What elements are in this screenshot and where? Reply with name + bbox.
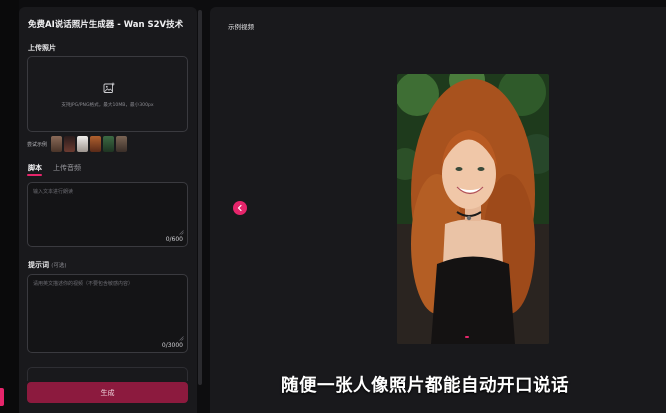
page-title: 免费AI说话照片生成器 - Wan S2V技术 xyxy=(28,20,184,30)
collapsed-section xyxy=(27,367,188,381)
script-textarea[interactable]: 输入文本进行朗读 0/600 xyxy=(27,182,188,247)
resize-handle-icon[interactable] xyxy=(179,336,184,341)
prompt-textarea[interactable]: 请用英文描述你的视频（不要包含敏感内容） 0/3000 xyxy=(27,274,188,353)
upload-label: 上传照片 xyxy=(28,44,56,52)
prompt-label-text: 提示词 xyxy=(28,261,49,269)
active-indicator xyxy=(0,388,4,406)
input-mode-tabs: 脚本 上传音频 xyxy=(27,163,188,177)
example-thumbnails xyxy=(51,136,127,152)
generate-button[interactable]: 生成 xyxy=(27,382,188,403)
chevron-left-icon xyxy=(237,204,242,212)
script-placeholder: 输入文本进行朗读 xyxy=(33,189,74,195)
example-thumb[interactable] xyxy=(90,136,101,152)
examples-label: 尝试示例 xyxy=(27,142,48,148)
example-thumb[interactable] xyxy=(116,136,127,152)
example-thumb[interactable] xyxy=(51,136,62,152)
scrollbar-thumb[interactable] xyxy=(198,10,202,385)
example-portrait-image xyxy=(397,74,549,344)
upload-hint: 支持JPG/PNG格式，最大10MB，最小300px xyxy=(61,103,154,108)
prompt-char-count: 0/3000 xyxy=(161,342,183,349)
example-thumb[interactable] xyxy=(64,136,75,152)
tab-script[interactable]: 脚本 xyxy=(28,163,42,173)
example-thumb[interactable] xyxy=(77,136,88,152)
previous-button[interactable] xyxy=(233,201,247,215)
active-tab-underline xyxy=(27,174,42,176)
prompt-placeholder: 请用英文描述你的视频（不要包含敏感内容） xyxy=(33,281,134,287)
example-video-title: 示例视频 xyxy=(228,23,254,31)
script-char-count: 0/600 xyxy=(165,236,183,243)
prompt-optional-tag: (可选) xyxy=(51,263,67,269)
video-caption: 随便一张人像照片都能自动开口说话 xyxy=(281,376,569,396)
photo-upload-dropzone[interactable]: 支持JPG/PNG格式，最大10MB，最小300px xyxy=(27,56,188,132)
resize-handle-icon[interactable] xyxy=(179,230,184,235)
example-thumb[interactable] xyxy=(103,136,114,152)
image-add-icon xyxy=(103,82,115,93)
tab-upload-audio[interactable]: 上传音频 xyxy=(53,163,81,173)
prompt-label: 提示词 (可选) xyxy=(28,260,67,270)
carousel-indicator xyxy=(465,336,469,338)
left-edge xyxy=(0,0,19,413)
